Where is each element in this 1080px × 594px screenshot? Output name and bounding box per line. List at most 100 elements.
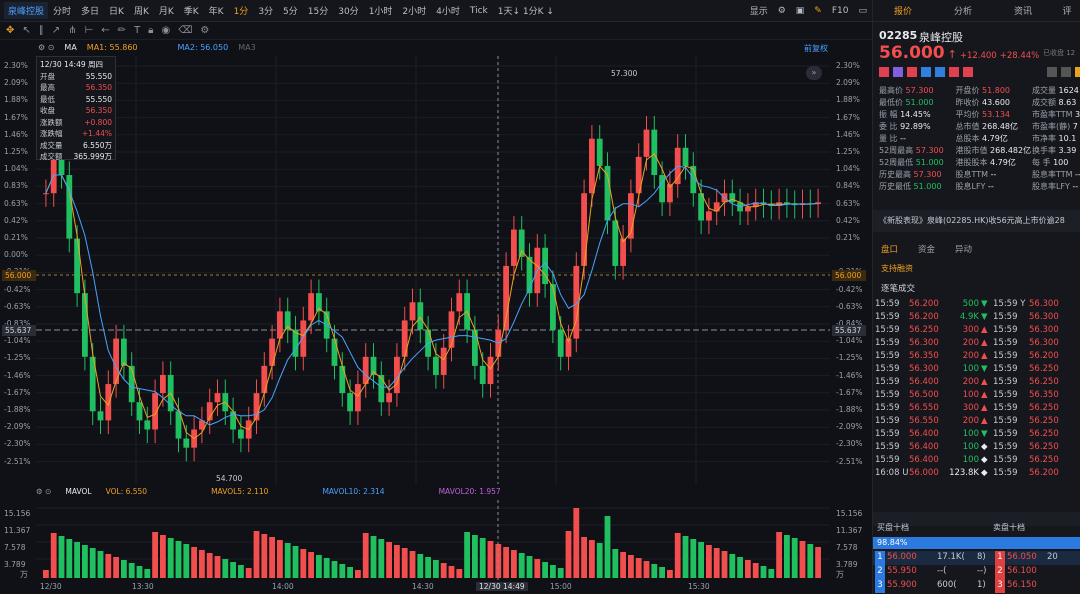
volume-bar xyxy=(768,569,775,578)
y-tick: 1.04% xyxy=(836,164,860,174)
period-30min[interactable]: 30分 xyxy=(333,4,363,17)
news-ticker[interactable]: 《新股表现》泉峰(02285.HK)收56元高上市价逾28 xyxy=(873,210,1080,232)
stock-tab[interactable]: 泉峰控股 xyxy=(4,2,49,19)
quote-label: 市盈率(静) xyxy=(1031,122,1073,131)
eye-icon[interactable]: ◉ xyxy=(162,25,171,36)
quote-value: -- xyxy=(1075,170,1080,179)
period-year[interactable]: 年K xyxy=(204,4,229,17)
candle-body xyxy=(300,320,307,357)
display-menu[interactable]: 显示 xyxy=(745,4,773,17)
volume-bar xyxy=(651,564,658,578)
settings-icon[interactable]: ⚙ xyxy=(773,6,791,16)
period-custom[interactable]: 1天↓ 1分K ↓ xyxy=(493,4,559,17)
period-3min[interactable]: 3分 xyxy=(253,4,278,17)
candle-body xyxy=(433,356,439,375)
lines-icon[interactable]: ∥ xyxy=(39,25,44,36)
quote-value: 3.39 xyxy=(1058,146,1077,155)
trash-icon[interactable]: ⌫ xyxy=(178,25,192,36)
text-icon[interactable]: T xyxy=(134,25,140,36)
candle-body xyxy=(440,347,447,375)
period-4h[interactable]: 4小时 xyxy=(431,4,465,17)
volume-bar xyxy=(394,545,400,578)
book-cell: 1) xyxy=(977,580,986,590)
volume-bar xyxy=(487,541,494,578)
period-15min[interactable]: 15分 xyxy=(303,4,333,17)
subtab-moves[interactable]: 异动 xyxy=(955,243,972,255)
y-tick: 0.63% xyxy=(4,198,28,208)
candle-body xyxy=(74,238,80,294)
cursor-icon[interactable]: ↖ xyxy=(22,25,30,36)
quote-grid: 最高价 57.300 开盘价 51.800 成交量 1624 最低价 51.000 昨收… xyxy=(879,85,1080,193)
period-tick[interactable]: Tick xyxy=(465,6,493,16)
candle-body xyxy=(745,206,751,212)
volume-bar xyxy=(105,554,112,578)
period-quarter[interactable]: 季K xyxy=(179,4,204,17)
volume-chart[interactable] xyxy=(36,500,830,580)
quote-value: 10.1 xyxy=(1058,134,1077,143)
tab-comments[interactable]: 评 xyxy=(1053,4,1080,17)
y-tick: 2.09% xyxy=(836,78,860,88)
period-month[interactable]: 月K xyxy=(154,4,179,17)
tab-news[interactable]: 资讯 xyxy=(993,4,1053,17)
subtab-book[interactable]: 盘口 xyxy=(881,243,898,255)
ma1-line xyxy=(45,153,819,440)
pencil-icon[interactable]: ✎ xyxy=(809,6,827,16)
move-icon[interactable]: ✥ xyxy=(6,25,14,36)
ruler-icon[interactable]: ⊢ xyxy=(85,25,94,36)
kline-chart[interactable] xyxy=(36,56,830,484)
tab-quote[interactable]: 报价 xyxy=(873,4,933,17)
trade-cell: 16:08 U xyxy=(875,468,909,478)
subtab-funds[interactable]: 资金 xyxy=(918,243,935,255)
candle-body xyxy=(43,193,49,195)
indicator-settings-icon[interactable]: ⚙ ⊙ xyxy=(38,43,54,54)
y-tick: -0.63% xyxy=(4,301,31,311)
vol-left-axis: 15.156 11.367 7.578 3.789 xyxy=(4,505,30,573)
volume-bar xyxy=(167,538,174,578)
vol-settings-icon[interactable]: ⚙ ⊙ xyxy=(36,487,51,496)
fork-icon[interactable]: ⋔ xyxy=(68,25,76,36)
trend-icon[interactable]: ↗ xyxy=(52,25,60,36)
trade-cell: 15:59 xyxy=(875,338,900,348)
trade-cell: 100 xyxy=(962,429,979,439)
lock-icon[interactable]: 🔒︎ xyxy=(148,25,153,36)
info-label: 成交量 xyxy=(40,140,63,150)
y-tick: -1.25% xyxy=(836,353,863,363)
candle-body xyxy=(456,293,463,312)
arrow-icon[interactable]: ← xyxy=(101,25,109,36)
volume-bar xyxy=(230,562,236,578)
period-day[interactable]: 日K xyxy=(104,4,129,17)
candle-body xyxy=(604,165,611,221)
quote-value: 51.800 xyxy=(982,86,1011,95)
adjust-button[interactable]: 前复权 xyxy=(804,43,828,54)
trade-cell: 15:59 xyxy=(993,390,1018,400)
expand-icon[interactable]: » xyxy=(806,66,822,80)
pen-icon[interactable]: ✏ xyxy=(118,25,126,36)
quote-value: 4.79亿 xyxy=(990,158,1016,167)
candle-body xyxy=(503,265,509,330)
candle-body xyxy=(238,429,244,439)
period-week[interactable]: 周K xyxy=(129,4,154,17)
period-5min[interactable]: 5分 xyxy=(278,4,303,17)
y-tick: -0.63% xyxy=(836,301,863,311)
period-1min[interactable]: 1分 xyxy=(229,4,254,17)
book-cell: 20 xyxy=(1047,552,1058,562)
f10-button[interactable]: F10 xyxy=(827,6,854,16)
volume-bar xyxy=(737,557,743,578)
book-row: 3 55.900 600(1) 3 56.150 xyxy=(873,579,1080,593)
trade-cell: 56.000 xyxy=(909,468,939,478)
period-1h[interactable]: 1小时 xyxy=(364,4,398,17)
settings-icon[interactable]: ⚙ xyxy=(200,25,209,36)
tab-analysis[interactable]: 分析 xyxy=(933,4,993,17)
period-2h[interactable]: 2小时 xyxy=(397,4,431,17)
collapse-icon[interactable]: ▭ xyxy=(853,6,872,16)
period-fenshi[interactable]: 分时 xyxy=(48,4,76,17)
volume-bar xyxy=(682,536,689,578)
camera-icon[interactable]: ▣ xyxy=(791,6,810,16)
volume-bar xyxy=(191,547,197,578)
volume-bar xyxy=(620,552,626,578)
period-multiday[interactable]: 多日 xyxy=(76,4,104,17)
badge-row xyxy=(879,67,1080,77)
time-axis: 12/30 13:30 14:00 14:30 12/30 14:49 15:0… xyxy=(36,582,830,594)
badge-icon xyxy=(1061,67,1071,77)
trade-cell: 100 xyxy=(962,390,979,400)
